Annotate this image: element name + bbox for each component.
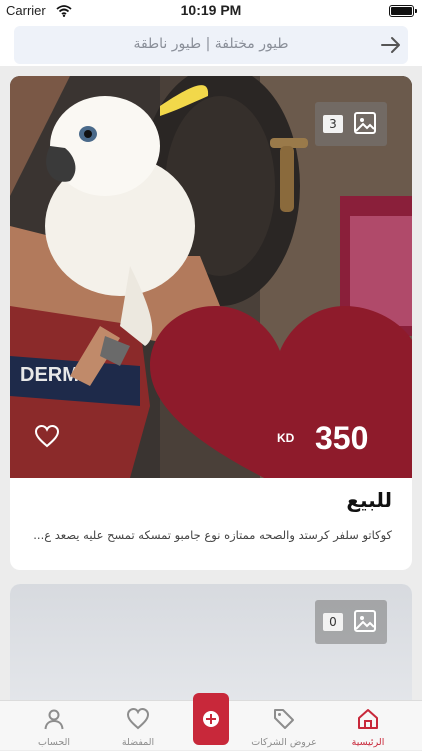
- tab-home[interactable]: الرئيسية: [326, 701, 410, 751]
- clock: 10:19 PM: [180, 2, 242, 18]
- header: طيور مختلفة | طيور ناطقة: [0, 22, 422, 66]
- image-icon: [353, 609, 377, 633]
- price-heart-overlay: [150, 306, 412, 478]
- tab-favorites[interactable]: المفضلة: [96, 701, 180, 751]
- listing-card[interactable]: 0: [10, 584, 412, 700]
- listing-feed[interactable]: DERMA 3 350 KD للبيع كوكاتو سلفر كرستد و…: [0, 66, 422, 700]
- tab-company-offers[interactable]: عروض الشركات: [242, 701, 326, 751]
- image-count: 3: [323, 115, 343, 133]
- add-listing-button[interactable]: [193, 693, 229, 745]
- listing-currency: KD: [277, 431, 295, 445]
- tab-label: عروض الشركات: [251, 737, 317, 748]
- home-icon: [358, 709, 378, 729]
- arrow-right-icon[interactable]: [380, 35, 402, 55]
- status-bar: Carrier 10:19 PM: [0, 0, 422, 22]
- listing-photo[interactable]: DERMA 3 350 KD: [10, 76, 412, 478]
- tag-icon: [274, 709, 294, 729]
- tab-label: الحساب: [38, 737, 70, 748]
- user-icon: [44, 709, 64, 730]
- heart-icon[interactable]: [34, 424, 60, 448]
- image-count-badge[interactable]: 0: [315, 600, 387, 644]
- plus-icon: [203, 711, 219, 727]
- heart-icon: [126, 707, 150, 730]
- image-icon: [353, 111, 377, 135]
- page-title: طيور مختلفة | طيور ناطقة: [133, 36, 289, 52]
- tab-label: الرئيسية: [351, 737, 385, 748]
- listing-title: للبيع: [346, 488, 392, 512]
- listing-photo[interactable]: 0: [10, 584, 412, 700]
- tab-bar: الرئيسية عروض الشركات المفضلة الحساب: [0, 693, 422, 751]
- listing-price: 350: [315, 420, 369, 456]
- listing-description: كوكاتو سلفر كرستد والصحه ممتازه نوع جامب…: [33, 528, 392, 542]
- listing-card[interactable]: DERMA 3 350 KD للبيع كوكاتو سلفر كرستد و…: [10, 76, 412, 570]
- battery-icon: [389, 5, 417, 17]
- image-count-badge[interactable]: 3: [315, 102, 387, 146]
- image-count: 0: [323, 613, 343, 631]
- category-bar: طيور مختلفة | طيور ناطقة: [14, 26, 408, 64]
- tab-label: المفضلة: [121, 737, 155, 748]
- tab-account[interactable]: الحساب: [12, 701, 96, 751]
